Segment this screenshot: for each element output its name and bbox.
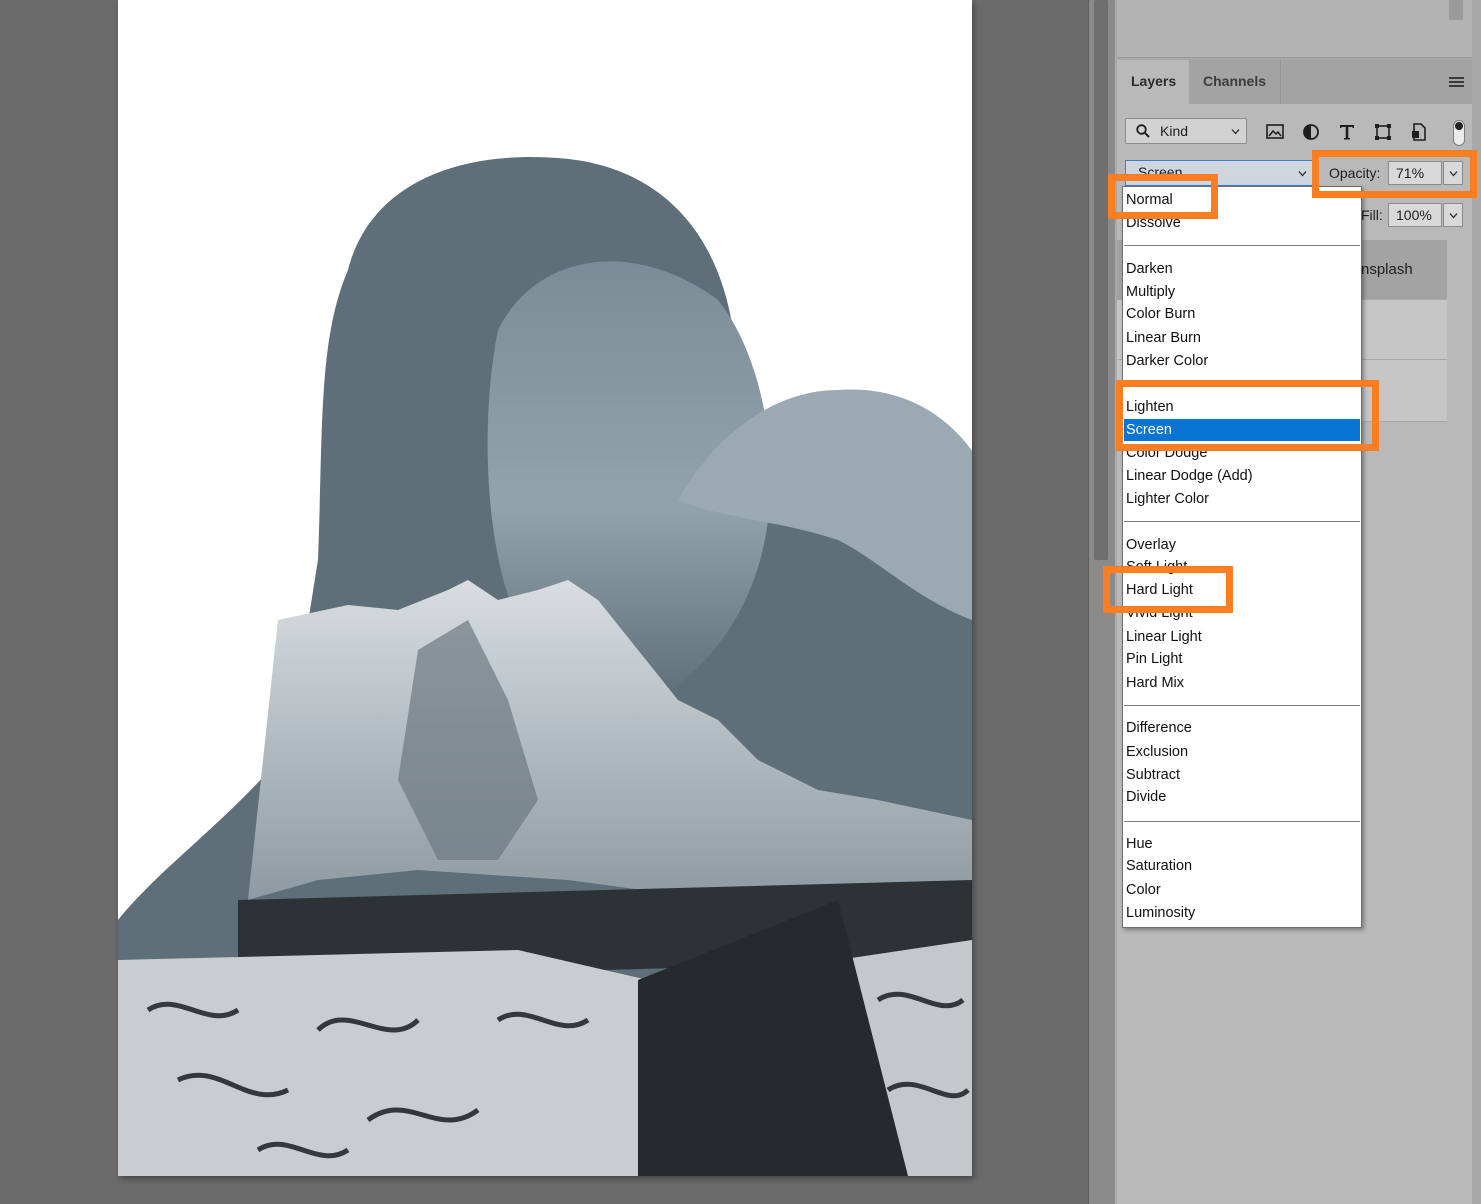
adjustment-filter-icon[interactable]: [1301, 122, 1321, 142]
scrollbar-thumb[interactable]: [1094, 0, 1108, 560]
blend-option-hue[interactable]: Hue: [1124, 833, 1360, 855]
upper-panel-scrollbar[interactable]: [1449, 0, 1463, 20]
blend-option-linear-dodge[interactable]: Linear Dodge (Add): [1124, 465, 1360, 487]
blend-option-darken[interactable]: Darken: [1124, 258, 1360, 280]
toggle-knob: [1455, 122, 1463, 130]
blend-option-color-burn[interactable]: Color Burn: [1124, 303, 1360, 325]
chevron-down-icon: [1449, 213, 1458, 219]
image-filter-icon[interactable]: [1265, 122, 1285, 142]
tab-layers[interactable]: Layers: [1117, 60, 1189, 104]
highlight-box-opacity: [1312, 150, 1477, 198]
kind-filter-select[interactable]: Kind: [1125, 118, 1247, 144]
highlight-box-screen: [1116, 380, 1379, 451]
double-exposure-artwork: [118, 156, 972, 1176]
blend-option-overlay[interactable]: Overlay: [1124, 534, 1360, 556]
blend-option-lighter-color[interactable]: Lighter Color: [1124, 488, 1360, 510]
blend-option-subtract[interactable]: Subtract: [1124, 764, 1360, 786]
blend-option-multiply[interactable]: Multiply: [1124, 281, 1360, 303]
panel-tab-bar: Layers Channels: [1117, 60, 1472, 104]
blend-mode-dropdown-list: Normal Dissolve Darken Multiply Color Bu…: [1122, 186, 1362, 928]
layer-filter-row: Kind: [1125, 118, 1465, 146]
fill-dropdown-button[interactable]: [1443, 203, 1463, 227]
tab-channels[interactable]: Channels: [1189, 60, 1281, 104]
blend-option-pin-light[interactable]: Pin Light: [1124, 648, 1360, 670]
blend-option-saturation[interactable]: Saturation: [1124, 855, 1360, 877]
blend-option-exclusion[interactable]: Exclusion: [1124, 741, 1360, 763]
chevron-down-icon: [1231, 129, 1240, 135]
kind-filter-label: Kind: [1160, 123, 1189, 139]
blend-option-color[interactable]: Color: [1124, 879, 1360, 901]
blend-group-divider: [1124, 705, 1360, 706]
hamburger-icon[interactable]: [1449, 77, 1464, 89]
canvas-workspace: [0, 0, 1088, 1204]
search-icon: [1136, 124, 1150, 138]
blend-option-linear-light[interactable]: Linear Light: [1124, 626, 1360, 648]
blend-group-divider: [1124, 521, 1360, 522]
layer-name: nsplash: [1361, 261, 1413, 278]
highlight-box-normal: [1108, 174, 1218, 219]
upper-panel-area: [1117, 0, 1472, 58]
smart-object-filter-icon[interactable]: [1409, 122, 1429, 142]
fill-value: 100%: [1396, 207, 1432, 223]
chevron-down-icon: [1298, 171, 1307, 177]
blend-group-divider: [1124, 821, 1360, 822]
shape-filter-icon[interactable]: [1373, 122, 1393, 142]
blend-option-linear-burn[interactable]: Linear Burn: [1124, 327, 1360, 349]
fill-input[interactable]: 100%: [1388, 203, 1442, 227]
type-filter-icon[interactable]: [1337, 122, 1357, 142]
document-canvas[interactable]: [118, 0, 972, 1176]
blend-option-darker-color[interactable]: Darker Color: [1124, 350, 1360, 372]
blend-option-divide[interactable]: Divide: [1124, 786, 1360, 808]
blend-group-divider: [1124, 245, 1360, 246]
fill-label: Fill:: [1361, 207, 1383, 223]
blend-option-hard-mix[interactable]: Hard Mix: [1124, 672, 1360, 694]
filter-toggle-switch[interactable]: [1453, 120, 1465, 146]
blend-option-difference[interactable]: Difference: [1124, 717, 1360, 739]
highlight-box-hard-light: [1103, 566, 1233, 613]
blend-option-luminosity[interactable]: Luminosity: [1124, 902, 1360, 924]
